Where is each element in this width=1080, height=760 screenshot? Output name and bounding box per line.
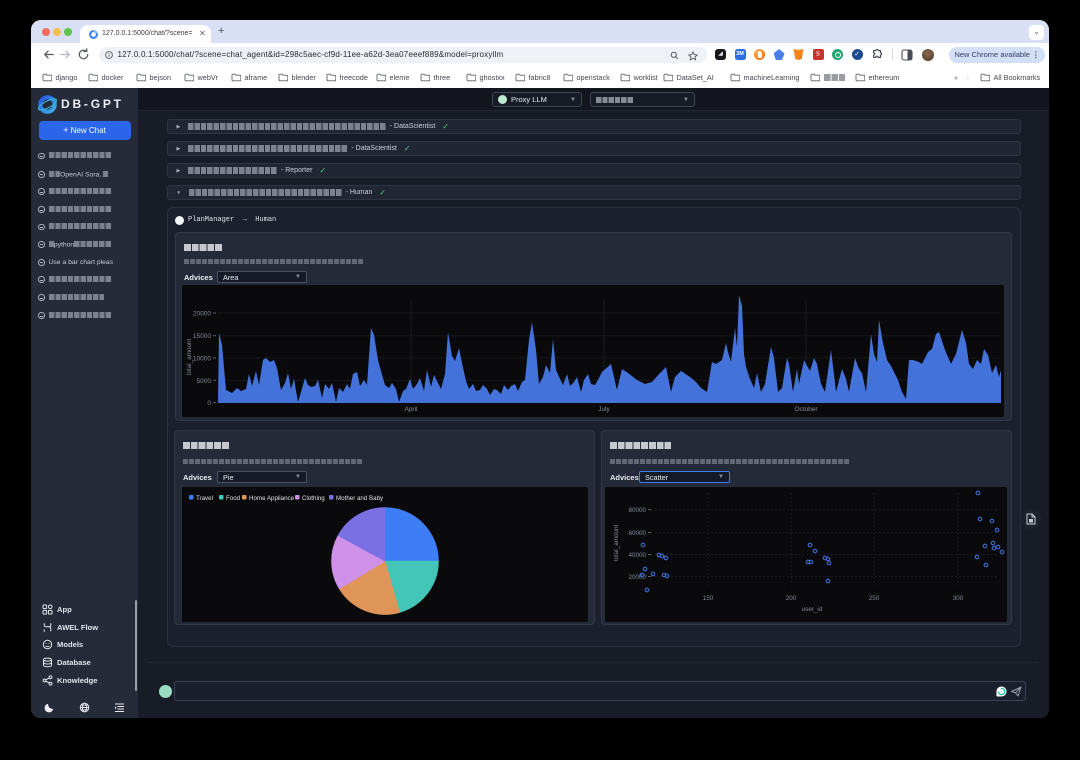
svg-text:Clothing: Clothing <box>302 495 325 502</box>
svg-text:user_id: user_id <box>802 606 823 613</box>
svg-text:July: July <box>598 406 610 413</box>
svg-text:300: 300 <box>953 595 964 602</box>
svg-text:40000: 40000 <box>628 552 646 559</box>
svg-text:250: 250 <box>869 595 880 602</box>
svg-text:5000: 5000 <box>197 378 212 385</box>
svg-text:0: 0 <box>207 400 211 407</box>
svg-text:150: 150 <box>703 595 714 602</box>
svg-text:Food: Food <box>226 495 241 502</box>
svg-text:20000: 20000 <box>193 311 211 318</box>
svg-text:October: October <box>794 406 818 413</box>
svg-text:80000: 80000 <box>628 507 646 514</box>
svg-text:total_amount: total_amount <box>186 339 193 376</box>
svg-text:15000: 15000 <box>193 333 211 340</box>
svg-text:60000: 60000 <box>628 530 646 537</box>
svg-text:200: 200 <box>786 595 797 602</box>
svg-text:Mother and Baby: Mother and Baby <box>336 495 384 502</box>
svg-text:total_amount: total_amount <box>613 525 620 562</box>
svg-text:10000: 10000 <box>193 356 211 363</box>
svg-text:Travel: Travel <box>196 495 213 502</box>
svg-text:Home Appliance: Home Appliance <box>249 495 295 502</box>
svg-text:April: April <box>404 406 418 413</box>
